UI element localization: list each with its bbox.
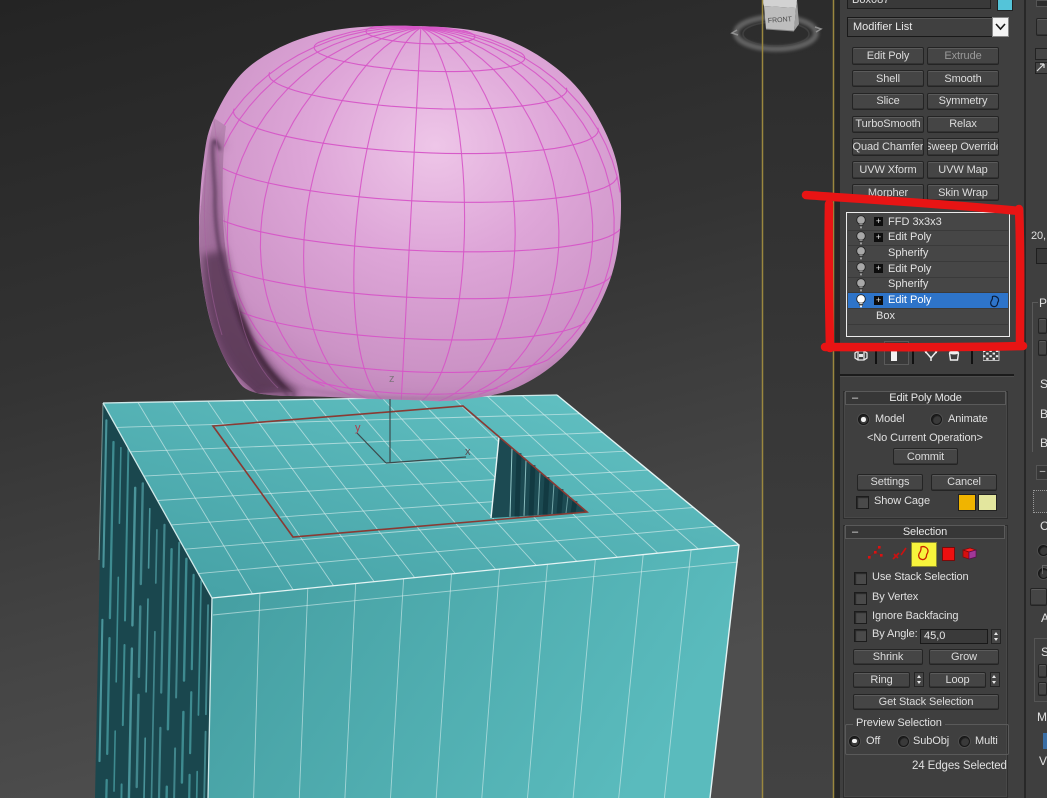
svg-text:y: y: [355, 422, 361, 434]
svg-text:x: x: [465, 446, 471, 458]
svg-text:z: z: [389, 373, 395, 385]
